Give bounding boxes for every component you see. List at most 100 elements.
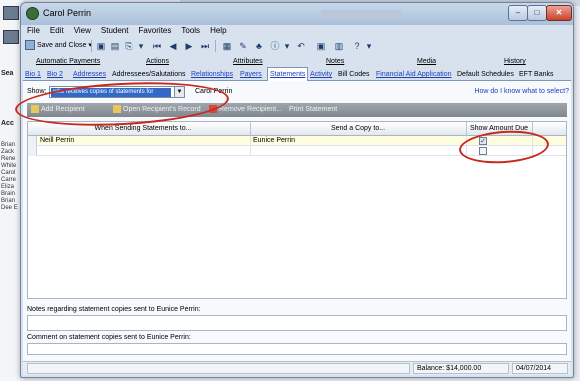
- open-recipient-record-button[interactable]: Open Recipient's Record: [113, 105, 201, 115]
- show-filter-bar: Show: who receives copies of statements …: [23, 85, 571, 99]
- row-selector[interactable]: [28, 146, 37, 156]
- calc-icon[interactable]: ▦: [221, 39, 233, 53]
- menu-edit[interactable]: Edit: [50, 25, 64, 37]
- tab-actions[interactable]: Actions: [146, 57, 169, 67]
- menu-view[interactable]: View: [74, 25, 91, 37]
- tab-media[interactable]: Media: [417, 57, 436, 67]
- background-name: Brian: [1, 198, 16, 204]
- tab-eft-banks[interactable]: EFT Banks: [519, 69, 554, 80]
- cell-copy-to[interactable]: Eunice Perrin: [253, 137, 295, 145]
- disk-icon[interactable]: ▣: [95, 39, 107, 53]
- last-icon[interactable]: ⏭: [199, 39, 211, 53]
- dropdown-icon[interactable]: ▾: [135, 39, 147, 53]
- comment-label: Comment on statement copies sent to Euni…: [27, 334, 191, 341]
- help-link[interactable]: How do I know what to select?: [474, 88, 569, 95]
- show-amount-checkbox[interactable]: ✓: [479, 137, 487, 145]
- info-icon[interactable]: ⓘ: [269, 39, 281, 53]
- table-row[interactable]: Neill Perrin Eunice Perrin ✓: [28, 136, 566, 146]
- record-window: Carol Perrin – □ ✕ File Edit View Student Fa…: [14, 2, 574, 378]
- show-label: Show:: [27, 88, 47, 95]
- print-icon[interactable]: ▤: [109, 39, 121, 53]
- chevron-down-icon[interactable]: ▼: [174, 87, 184, 97]
- minimize-button[interactable]: –: [508, 5, 528, 21]
- menu-tools[interactable]: Tools: [181, 25, 200, 37]
- tab-addresses[interactable]: Addresses: [73, 69, 106, 80]
- remove-recipient-button[interactable]: Remove Recipient...: [209, 105, 282, 115]
- column-header-sending-to[interactable]: When Sending Statements to...: [38, 125, 248, 132]
- background-label: Acc: [1, 120, 14, 127]
- menu-file[interactable]: File: [27, 25, 40, 37]
- show-amount-checkbox[interactable]: [479, 147, 487, 155]
- first-icon[interactable]: ⏮: [151, 39, 163, 53]
- tab-activity[interactable]: Activity: [310, 69, 332, 80]
- background-name: Eliza: [1, 184, 15, 190]
- comment-input[interactable]: [27, 343, 567, 355]
- status-pane: [27, 363, 410, 374]
- menu-favorites[interactable]: Favorites: [138, 25, 171, 37]
- column-divider: [532, 122, 533, 136]
- action-bar: Add Recipient Open Recipient's Record Re…: [27, 103, 567, 117]
- menu-bar: File Edit View Student Favorites Tools Help: [23, 25, 571, 37]
- blurred-title-area: [321, 10, 401, 18]
- date-status: 04/07/2014: [512, 363, 568, 374]
- tab-attributes[interactable]: Attributes: [233, 57, 263, 67]
- background-name: Brain: [1, 191, 16, 197]
- dropdown-icon[interactable]: ▾: [281, 39, 293, 53]
- tools-icon[interactable]: ✎: [237, 39, 249, 53]
- grid-header: When Sending Statements to... Send a Cop…: [28, 122, 566, 136]
- tab-addressees-salutations[interactable]: Addressees/Salutations: [112, 69, 186, 80]
- column-divider: [466, 136, 467, 156]
- table-row[interactable]: [28, 146, 566, 156]
- background-name: Carre: [1, 177, 17, 183]
- tab-bio-1[interactable]: Bio 1: [25, 69, 41, 80]
- balance-status: Balance: $14,000.00: [413, 363, 509, 374]
- tab-default-schedules[interactable]: Default Schedules: [457, 69, 514, 80]
- title-bar[interactable]: Carol Perrin – □ ✕: [21, 3, 573, 25]
- tab-history[interactable]: History: [504, 57, 526, 67]
- column-header-show-amount[interactable]: Show Amount Due: [466, 125, 532, 132]
- save-and-close-button[interactable]: Save and Close ▾: [25, 39, 92, 53]
- cell-sending-to[interactable]: Neill Perrin: [40, 137, 74, 145]
- tree-icon[interactable]: ♣: [253, 39, 265, 53]
- show-dropdown-value: who receives copies of statements for: [51, 88, 171, 97]
- menu-student[interactable]: Student: [101, 25, 129, 37]
- close-button[interactable]: ✕: [546, 5, 572, 21]
- print-statement-button[interactable]: Print Statement: [289, 105, 337, 115]
- card-icon[interactable]: ▥: [333, 39, 345, 53]
- tab-bio-2[interactable]: Bio 2: [47, 69, 63, 80]
- open-recipient-label: Open Recipient's Record: [123, 106, 201, 113]
- tab-relationships[interactable]: Relationships: [191, 69, 233, 80]
- notes-textarea[interactable]: [27, 315, 567, 331]
- remove-recipient-label: Remove Recipient...: [219, 106, 283, 113]
- add-recipient-label: Add Recipient: [41, 106, 85, 113]
- remove-icon: [209, 105, 217, 114]
- tab-financial-aid-application[interactable]: Financial Aid Application: [376, 69, 452, 80]
- background-name: Carol: [1, 170, 16, 176]
- maximize-button[interactable]: □: [527, 5, 547, 21]
- window-title: Carol Perrin: [43, 8, 92, 18]
- dropdown-icon[interactable]: ▾: [363, 39, 375, 53]
- tab-automatic-payments[interactable]: Automatic Payments: [36, 57, 100, 67]
- toolbar-separator: [91, 40, 92, 52]
- image-icon[interactable]: ▣: [315, 39, 327, 53]
- next-icon[interactable]: ▶: [183, 39, 195, 53]
- column-header-copy-to[interactable]: Send a Copy to...: [250, 125, 466, 132]
- background-app-icon: [3, 30, 19, 44]
- copy-icon[interactable]: ⎘: [123, 39, 135, 53]
- prev-icon[interactable]: ◀: [167, 39, 179, 53]
- row-selector[interactable]: [28, 136, 37, 146]
- help-icon[interactable]: ?: [351, 39, 363, 53]
- background-name: Brian: [1, 142, 16, 148]
- record-owner-name: Carol Perrin: [195, 88, 233, 95]
- tab-bill-codes[interactable]: Bill Codes: [338, 69, 370, 80]
- tab-payers[interactable]: Payers: [240, 69, 262, 80]
- column-divider: [532, 136, 533, 156]
- toolbar: Save and Close ▾ ▣ ▤ ⎘ ▾ ⏮ ◀ ▶ ⏭ ▦ ✎ ♣ ⓘ…: [23, 37, 571, 55]
- add-recipient-button[interactable]: Add Recipient: [31, 105, 85, 115]
- add-recipient-icon: [31, 105, 39, 114]
- undo-icon[interactable]: ↶: [295, 39, 307, 53]
- tab-notes[interactable]: Notes: [326, 57, 344, 67]
- show-dropdown[interactable]: who receives copies of statements for ▼: [49, 86, 185, 98]
- menu-help[interactable]: Help: [210, 25, 226, 37]
- tab-statements[interactable]: Statements: [267, 67, 309, 81]
